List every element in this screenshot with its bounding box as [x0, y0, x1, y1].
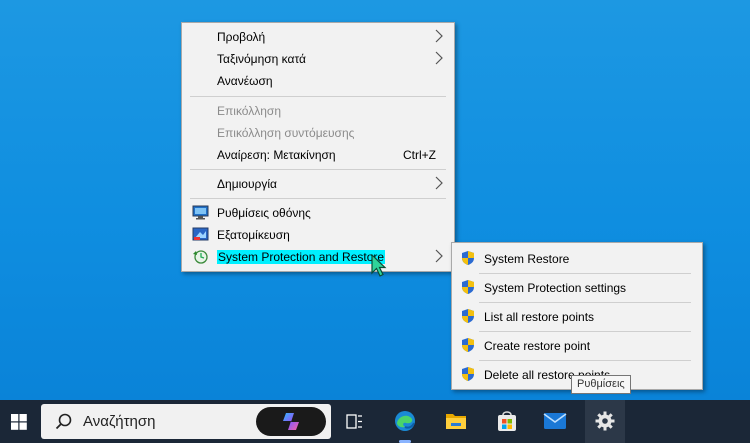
menu-item-paste-shortcut: Επικόλληση συντόμευσης [182, 122, 454, 144]
start-button[interactable] [0, 400, 38, 443]
store-button[interactable] [488, 400, 526, 443]
menu-item-display-settings[interactable]: Ρυθμίσεις οθόνης [182, 202, 454, 224]
system-protection-submenu: System Restore System Protection setting… [451, 242, 703, 390]
uac-shield-icon [462, 338, 474, 352]
copilot-icon [283, 413, 299, 430]
menu-separator [190, 198, 446, 199]
submenu-item-label: List all restore points [484, 310, 595, 324]
menu-item-sort-by[interactable]: Ταξινόμηση κατά [182, 48, 454, 70]
copilot-button[interactable] [256, 407, 326, 436]
menu-item-label: Προβολή [217, 30, 266, 44]
menu-item-label: Ταξινόμηση κατά [217, 52, 306, 66]
menu-item-label: Ρυθμίσεις οθόνης [217, 206, 311, 220]
mouse-cursor-icon [371, 254, 387, 277]
menu-item-undo-move[interactable]: Αναίρεση: Μετακίνηση Ctrl+Z [182, 144, 454, 166]
submenu-item-system-restore[interactable]: System Restore [452, 244, 702, 272]
submenu-item-label: Create restore point [484, 339, 591, 353]
menu-item-paste: Επικόλληση [182, 100, 454, 122]
menu-item-label: Επικόλληση συντόμευσης [217, 126, 355, 140]
settings-tooltip: Ρυθμίσεις [571, 375, 631, 394]
menu-item-refresh[interactable]: Ανανέωση [182, 70, 454, 92]
chevron-right-icon [435, 29, 443, 43]
settings-taskbar-button[interactable] [585, 400, 625, 443]
display-icon [192, 205, 209, 220]
menu-item-label: System Protection and Restore [217, 250, 386, 264]
chevron-right-icon [435, 249, 443, 263]
desktop-context-menu: Προβολή Ταξινόμηση κατά Ανανέωση Επικόλλ… [181, 22, 455, 272]
menu-item-view[interactable]: Προβολή [182, 26, 454, 48]
uac-shield-icon [462, 280, 474, 294]
submenu-item-label: System Protection settings [484, 281, 627, 295]
menu-separator [190, 96, 446, 97]
submenu-item-create-restore-point[interactable]: Create restore point [452, 331, 702, 359]
windows-logo-icon [11, 414, 27, 430]
task-view-button[interactable] [338, 400, 370, 443]
menu-item-label: Αναίρεση: Μετακίνηση [217, 148, 336, 162]
menu-item-system-protection[interactable]: System Protection and Restore [182, 246, 454, 268]
file-explorer-icon [446, 414, 466, 429]
uac-shield-icon [462, 309, 474, 323]
store-icon [498, 411, 516, 431]
menu-item-label: Δημιουργία [217, 177, 277, 191]
taskbar: Αναζήτηση [0, 400, 750, 443]
menu-separator [190, 169, 446, 170]
mail-icon [543, 413, 567, 429]
chevron-right-icon [435, 176, 443, 190]
menu-item-personalize[interactable]: Εξατομίκευση [182, 224, 454, 246]
submenu-item-protection-settings[interactable]: System Protection settings [452, 273, 702, 301]
menu-item-label: Επικόλληση [217, 104, 282, 118]
taskbar-search-box[interactable]: Αναζήτηση [41, 404, 331, 439]
search-placeholder: Αναζήτηση [83, 413, 156, 430]
uac-shield-icon [462, 367, 474, 381]
task-view-icon [346, 414, 362, 429]
menu-item-label: Εξατομίκευση [217, 228, 290, 242]
menu-item-new[interactable]: Δημιουργία [182, 173, 454, 195]
uac-shield-icon [462, 251, 474, 265]
chevron-right-icon [435, 51, 443, 65]
edge-icon [395, 411, 415, 431]
search-icon [55, 413, 72, 430]
edge-taskbar-button[interactable] [386, 400, 424, 443]
submenu-item-label: System Restore [484, 252, 570, 266]
highlighted-label: System Protection and Restore [217, 250, 386, 264]
settings-gear-icon [595, 411, 615, 431]
submenu-item-list-restore-points[interactable]: List all restore points [452, 302, 702, 330]
personalize-icon [192, 227, 209, 241]
shortcut-text: Ctrl+Z [403, 148, 436, 162]
system-restore-icon [193, 250, 208, 264]
mail-button[interactable] [536, 400, 574, 443]
menu-item-label: Ανανέωση [217, 74, 273, 88]
file-explorer-button[interactable] [437, 400, 475, 443]
